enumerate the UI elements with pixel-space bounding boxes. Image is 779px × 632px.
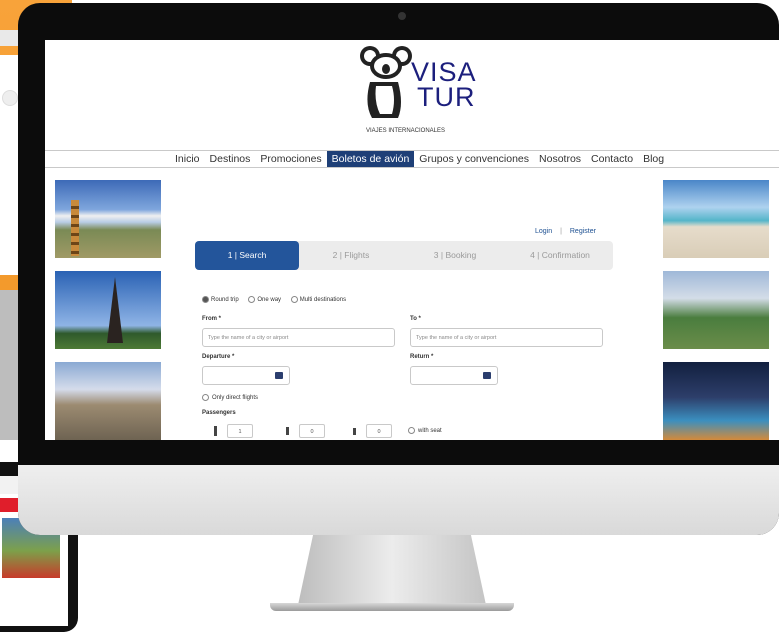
imac-chin: [18, 465, 779, 535]
to-input[interactable]: Type the name of a city or airport: [410, 328, 603, 347]
nav-item-inicio[interactable]: Inicio: [170, 151, 205, 167]
logo-subtitle: VIAJES INTERNACIONALES: [366, 128, 446, 134]
auth-links: Login | Register: [535, 228, 596, 235]
booking-steps: 1 | Search 2 | Flights 3 | Booking 4 | C…: [195, 241, 613, 270]
infants-select[interactable]: 0: [366, 424, 392, 438]
nav-list: Inicio Destinos Promociones Boletos de a…: [170, 151, 669, 167]
with-seat-label: with seat: [418, 428, 442, 435]
calendar-icon: [275, 372, 283, 379]
photo-city[interactable]: [55, 362, 161, 440]
direct-flights-option: Only direct flights: [202, 394, 258, 401]
eiffel-tower-shape: [107, 277, 123, 343]
photo-eiffel-tower[interactable]: [55, 271, 161, 349]
to-label: To *: [410, 316, 421, 322]
with-seat-checkbox[interactable]: [408, 427, 415, 434]
radio-round-trip[interactable]: [202, 296, 209, 303]
register-link[interactable]: Register: [570, 228, 596, 235]
nav-item-destinos[interactable]: Destinos: [205, 151, 256, 167]
children-select[interactable]: 0: [299, 424, 325, 438]
direct-flights-label: Only direct flights: [212, 395, 259, 402]
giraffe-shape: [71, 200, 79, 256]
logo-line2: TUR: [417, 82, 476, 112]
imac-base: [270, 603, 514, 611]
imac-stand: [298, 535, 486, 605]
multi-destinations-label: Multi destinations: [299, 297, 347, 304]
main-nav: Inicio Destinos Promociones Boletos de a…: [45, 150, 779, 168]
logo-wordmark: VISA TUR: [411, 59, 477, 112]
login-link[interactable]: Login: [535, 228, 552, 235]
photo-valley[interactable]: [663, 271, 769, 349]
one-way-label: One way: [257, 297, 282, 304]
return-date-input[interactable]: [410, 366, 498, 385]
passengers-label: Passengers: [202, 410, 236, 416]
departure-label: Departure *: [202, 354, 235, 360]
adults-select[interactable]: 1: [227, 424, 253, 438]
imac-device: VISA TUR VIAJES INTERNACIONALES Inicio D…: [18, 3, 779, 535]
person-icon: [353, 428, 356, 435]
nav-item-nosotros[interactable]: Nosotros: [534, 151, 586, 167]
background-card: [0, 55, 20, 275]
step-confirmation[interactable]: 4 | Confirmation: [507, 241, 613, 270]
person-icon: [214, 426, 217, 436]
with-seat-option: with seat: [408, 427, 442, 434]
radio-multi-destinations[interactable]: [290, 296, 298, 303]
photo-dubai[interactable]: [663, 362, 769, 440]
nav-item-promociones[interactable]: Promociones: [255, 151, 326, 167]
koala-icon: [360, 46, 412, 118]
step-search[interactable]: 1 | Search: [195, 241, 299, 270]
visatur-logo[interactable]: VISA TUR VIAJES INTERNACIONALES: [358, 44, 478, 139]
nav-item-contacto[interactable]: Contacto: [586, 151, 638, 167]
nav-item-grupos[interactable]: Grupos y convenciones: [414, 151, 534, 167]
step-flights[interactable]: 2 | Flights: [299, 241, 403, 270]
direct-flights-checkbox[interactable]: [202, 394, 209, 401]
departure-date-input[interactable]: [202, 366, 290, 385]
auth-separator: |: [560, 228, 562, 235]
photo-beach[interactable]: [663, 180, 769, 258]
trip-type-group: Round trip One way Multi destinations: [202, 296, 346, 303]
website-screen: VISA TUR VIAJES INTERNACIONALES Inicio D…: [45, 40, 779, 440]
nav-item-boletos[interactable]: Boletos de avión: [326, 151, 415, 167]
photo-kilimanjaro[interactable]: [55, 180, 161, 258]
camera-dot: [398, 12, 406, 20]
from-input[interactable]: Type the name of a city or airport: [202, 328, 395, 347]
background-knob: [2, 90, 18, 106]
from-label: From *: [202, 316, 222, 322]
round-trip-label: Round trip: [211, 297, 239, 304]
radio-one-way[interactable]: [248, 296, 256, 303]
nav-item-blog[interactable]: Blog: [638, 151, 669, 167]
person-icon: [286, 427, 289, 435]
step-booking[interactable]: 3 | Booking: [403, 241, 507, 270]
calendar-icon: [483, 372, 491, 379]
return-label: Return *: [410, 354, 434, 360]
